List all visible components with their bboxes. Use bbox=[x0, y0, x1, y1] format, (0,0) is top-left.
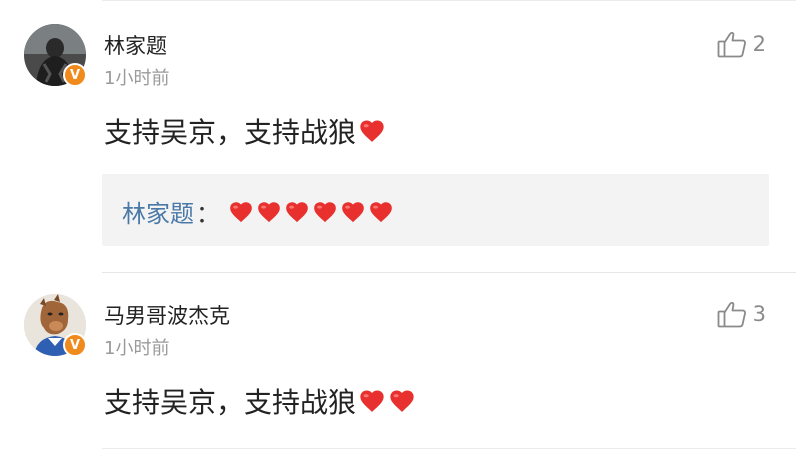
thumbs-up-icon bbox=[717, 301, 746, 328]
heart-emoji-icon bbox=[370, 201, 392, 222]
heart-emoji-group bbox=[358, 387, 416, 415]
like-count: 2 bbox=[752, 32, 766, 56]
verified-icon: V bbox=[63, 333, 87, 357]
username[interactable]: 林家题 bbox=[104, 30, 167, 60]
heart-emoji-icon bbox=[342, 201, 364, 222]
thumbs-up-icon bbox=[717, 31, 746, 58]
heart-emoji-icon bbox=[286, 201, 308, 222]
heart-emoji-icon bbox=[258, 201, 280, 222]
comment-body: 支持吴京，支持战狼 bbox=[104, 381, 416, 421]
comment-text: 支持吴京，支持战狼 bbox=[104, 116, 357, 149]
timestamp: 1小时前 bbox=[104, 338, 170, 359]
comment-text: 支持吴京，支持战狼 bbox=[104, 386, 357, 419]
heart-emoji-group bbox=[228, 199, 394, 225]
reply-author-link[interactable]: 林家题 bbox=[122, 194, 194, 229]
comment-body: 支持吴京，支持战狼 bbox=[104, 111, 386, 151]
heart-emoji-icon bbox=[390, 390, 414, 412]
heart-emoji-icon bbox=[360, 390, 384, 412]
reply-colon: ： bbox=[196, 200, 220, 228]
bottom-divider bbox=[102, 448, 796, 449]
avatar-container[interactable]: V bbox=[24, 294, 87, 357]
avatar-container[interactable]: V bbox=[24, 24, 87, 87]
heart-emoji-icon bbox=[314, 201, 336, 222]
like-button[interactable]: 2 bbox=[717, 30, 766, 58]
top-divider bbox=[102, 0, 796, 1]
heart-emoji-icon bbox=[230, 201, 252, 222]
like-button[interactable]: 3 bbox=[717, 300, 766, 328]
heart-emoji-group bbox=[358, 117, 386, 145]
comment-divider bbox=[102, 272, 796, 273]
reply-box[interactable]: 林家题 ： bbox=[102, 174, 769, 246]
reply-item[interactable]: 林家题 ： bbox=[122, 194, 394, 229]
timestamp: 1小时前 bbox=[104, 68, 170, 89]
like-count: 3 bbox=[752, 302, 766, 326]
username[interactable]: 马男哥波杰克 bbox=[104, 300, 230, 330]
verified-icon: V bbox=[63, 63, 87, 87]
heart-emoji-icon bbox=[360, 120, 384, 142]
